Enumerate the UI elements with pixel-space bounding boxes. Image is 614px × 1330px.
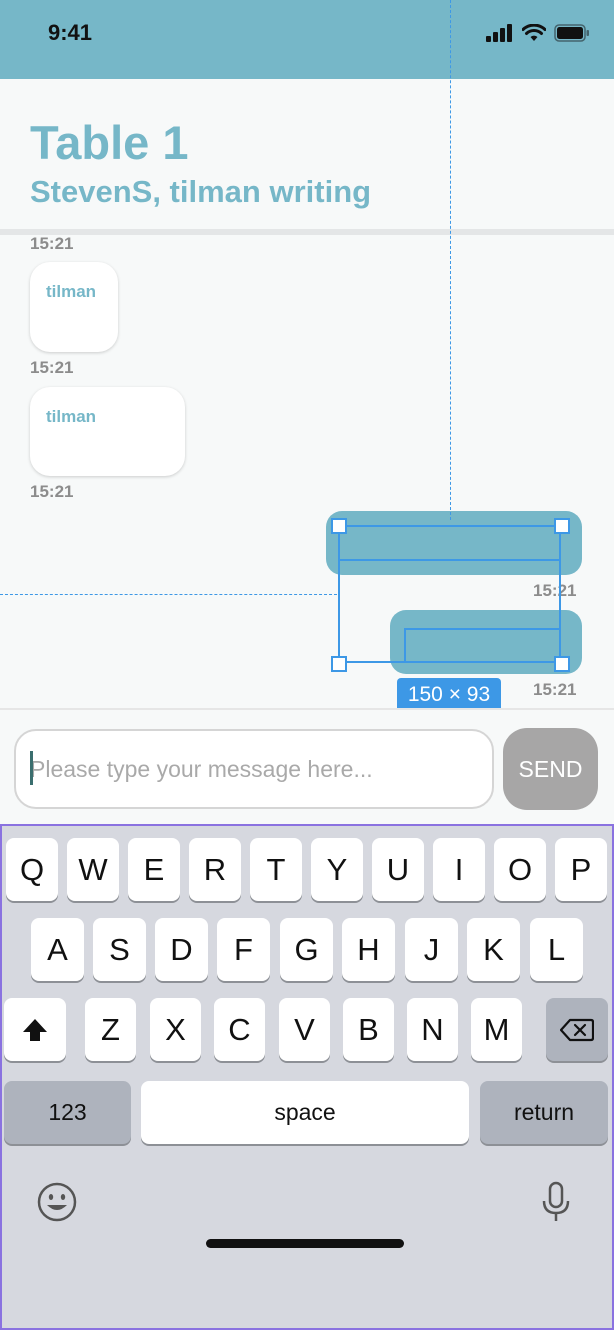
status-time: 9:41	[48, 20, 93, 45]
alignment-guide-vertical	[450, 0, 451, 520]
shift-key[interactable]	[4, 998, 66, 1061]
key-r[interactable]: R	[189, 838, 241, 901]
wifi-icon	[522, 24, 546, 41]
message-sender: tilman	[46, 407, 97, 426]
delete-icon	[560, 1018, 594, 1041]
incoming-message-bubble[interactable]: tilman	[30, 262, 118, 352]
signal-icon	[486, 24, 512, 42]
resize-handle-top-right[interactable]	[554, 518, 570, 534]
emoji-icon	[37, 1182, 77, 1222]
alignment-guide-horizontal	[0, 594, 337, 595]
key-s[interactable]: S	[93, 918, 146, 981]
key-i[interactable]: I	[433, 838, 485, 901]
selection-size-badge: 150 × 93	[397, 678, 501, 712]
space-key[interactable]: space	[141, 1081, 469, 1144]
home-indicator[interactable]	[206, 1239, 404, 1248]
key-k[interactable]: K	[467, 918, 520, 981]
key-b[interactable]: B	[343, 998, 394, 1061]
numbers-key[interactable]: 123	[4, 1081, 131, 1144]
status-icons	[486, 24, 590, 42]
status-bar: 9:41	[0, 0, 614, 79]
return-key[interactable]: return	[480, 1081, 608, 1144]
key-g[interactable]: G	[280, 918, 333, 981]
key-x[interactable]: X	[150, 998, 201, 1061]
incoming-message-bubble[interactable]: tilman	[30, 387, 185, 476]
emoji-button[interactable]	[36, 1181, 78, 1223]
chat-subtitle: StevenS, tilman writing	[30, 174, 372, 209]
key-l[interactable]: L	[530, 918, 583, 981]
selection-child-outline	[338, 525, 561, 561]
key-d[interactable]: D	[155, 918, 208, 981]
resize-handle-top-left[interactable]	[331, 518, 347, 534]
message-sender: tilman	[46, 282, 97, 301]
key-h[interactable]: H	[342, 918, 395, 981]
key-j[interactable]: J	[405, 918, 458, 981]
key-u[interactable]: U	[372, 838, 424, 901]
key-t[interactable]: T	[250, 838, 302, 901]
key-z[interactable]: Z	[85, 998, 136, 1061]
text-caret	[30, 751, 33, 785]
battery-icon	[554, 24, 589, 42]
microphone-icon	[542, 1181, 570, 1221]
delete-key[interactable]	[546, 998, 608, 1061]
chat-header: Table 1 StevenS, tilman writing	[0, 79, 614, 229]
key-y[interactable]: Y	[311, 838, 363, 901]
message-composer: SEND	[0, 708, 614, 826]
selection-child-outline	[404, 628, 561, 663]
send-button[interactable]: SEND	[503, 728, 598, 810]
page-title: Table 1	[30, 116, 189, 169]
key-o[interactable]: O	[494, 838, 546, 901]
resize-handle-bottom-left[interactable]	[331, 656, 347, 672]
dictation-button[interactable]	[540, 1181, 572, 1223]
key-e[interactable]: E	[128, 838, 180, 901]
header-divider	[0, 229, 614, 235]
message-timestamp: 15:21	[533, 680, 577, 699]
key-m[interactable]: M	[471, 998, 522, 1061]
key-a[interactable]: A	[31, 918, 84, 981]
message-input[interactable]	[14, 729, 494, 809]
key-f[interactable]: F	[217, 918, 270, 981]
message-timestamp: 15:21	[30, 358, 74, 377]
key-n[interactable]: N	[407, 998, 458, 1061]
resize-handle-bottom-right[interactable]	[554, 656, 570, 672]
message-timestamp: 15:21	[30, 482, 74, 501]
key-c[interactable]: C	[214, 998, 265, 1061]
message-timestamp: 15:21	[30, 234, 74, 253]
key-q[interactable]: Q	[6, 838, 58, 901]
key-v[interactable]: V	[279, 998, 330, 1061]
shift-icon	[23, 1018, 47, 1041]
key-w[interactable]: W	[67, 838, 119, 901]
key-p[interactable]: P	[555, 838, 607, 901]
